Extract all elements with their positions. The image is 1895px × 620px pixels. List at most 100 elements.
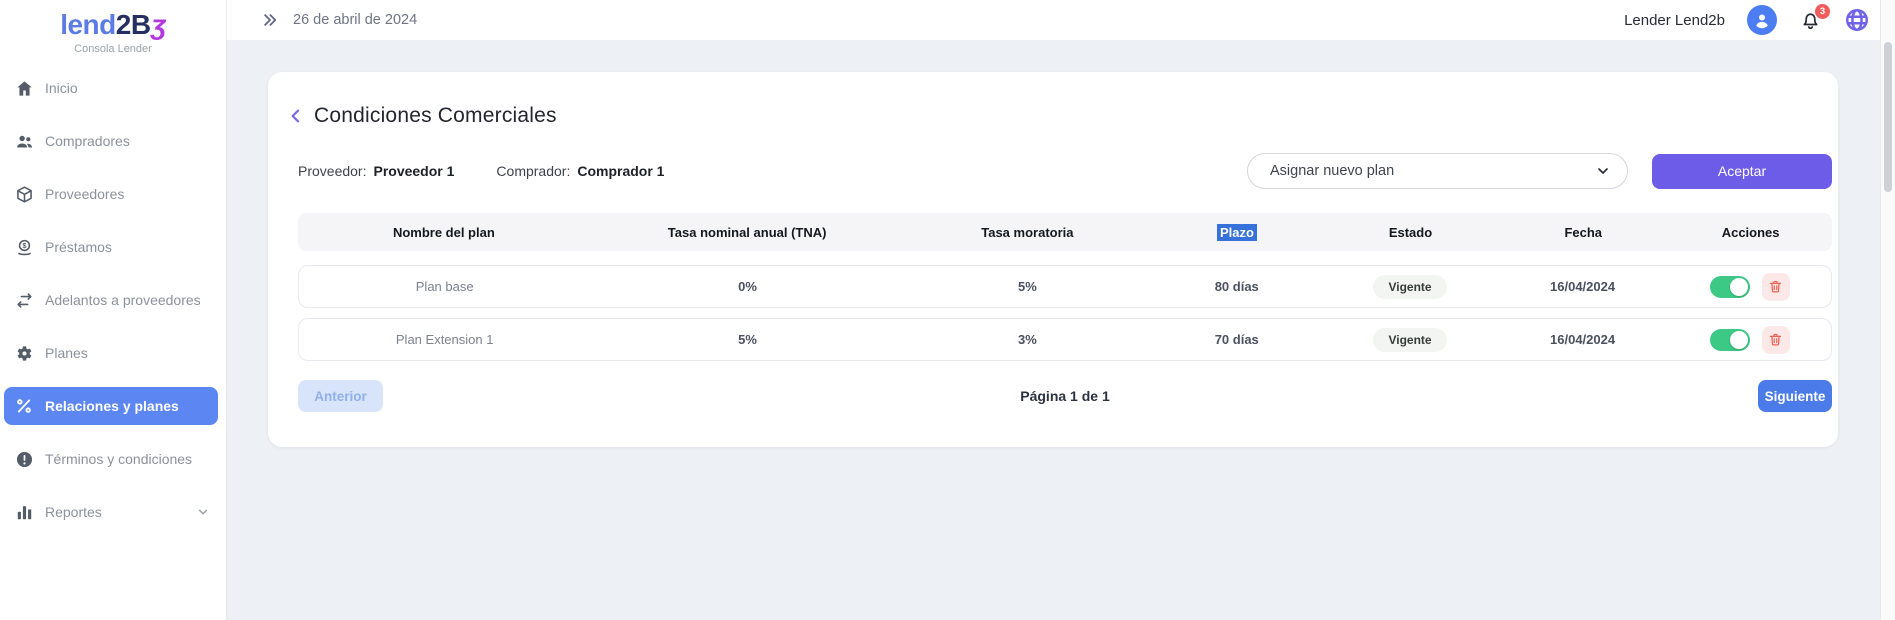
sidebar-item-planes[interactable]: Planes	[4, 334, 218, 372]
header-nombre-del-plan: Nombre del plan	[298, 225, 590, 240]
main-content: Condiciones Comerciales Proveedor: Prove…	[227, 40, 1880, 620]
sidebar-item-label: Préstamos	[45, 239, 112, 255]
percent-icon	[14, 396, 34, 416]
toolbar: Proveedor: Proveedor 1 Comprador: Compra…	[298, 153, 1832, 189]
buyer-label: Comprador:	[496, 163, 570, 179]
tna-cell: 5%	[590, 332, 904, 347]
sidebar-item-label: Adelantos a proveedores	[45, 292, 201, 308]
brand-logo: lend2Bʒ Consola Lender	[0, 0, 226, 55]
plan-name-cell: Plan base	[299, 279, 590, 294]
user-name: Lender Lend2b	[1624, 12, 1725, 29]
sidebar-item-proveedores[interactable]: Proveedores	[4, 175, 218, 213]
header-tna: Tasa nominal anual (TNA)	[590, 225, 905, 240]
header-plazo: Plazo	[1150, 225, 1324, 240]
logo-text-2b: 2B	[116, 9, 151, 40]
sidebar-item-label: Términos y condiciones	[45, 451, 192, 467]
selected-text-plazo: Plazo	[1217, 224, 1257, 241]
actions-cell	[1668, 273, 1831, 301]
previous-page-button[interactable]: Anterior	[298, 380, 383, 412]
table-header-row: Nombre del plan Tasa nominal anual (TNA)…	[298, 213, 1832, 251]
accept-button[interactable]: Aceptar	[1652, 154, 1832, 189]
users-icon	[14, 131, 34, 151]
topbar-date: 26 de abril de 2024	[293, 12, 417, 28]
date-cell: 16/04/2024	[1497, 279, 1669, 294]
sidebar-nav: Inicio Compradores Proveedores $ Préstam…	[0, 69, 226, 531]
sidebar-item-prestamos[interactable]: $ Préstamos	[4, 228, 218, 266]
delete-button[interactable]	[1762, 273, 1790, 301]
status-cell: Vigente	[1323, 275, 1496, 299]
sidebar-item-label: Planes	[45, 345, 88, 361]
loan-icon: $	[14, 237, 34, 257]
package-icon	[14, 184, 34, 204]
sidebar-collapse-icon[interactable]	[261, 11, 279, 29]
trash-icon	[1768, 279, 1783, 294]
buyer-value: Comprador 1	[577, 163, 664, 179]
status-toggle[interactable]	[1710, 329, 1750, 351]
tna-cell: 0%	[590, 279, 904, 294]
status-badge: Vigente	[1373, 328, 1446, 352]
sidebar-item-compradores[interactable]: Compradores	[4, 122, 218, 160]
assign-plan-select-value: Asignar nuevo plan	[1270, 163, 1394, 179]
table-row: Plan Extension 1 5% 3% 70 días Vigente 1…	[298, 318, 1832, 361]
late-rate-cell: 3%	[905, 332, 1150, 347]
logo-accent-glyph: ʒ	[152, 9, 166, 40]
language-globe-icon[interactable]	[1844, 7, 1870, 33]
header-fecha: Fecha	[1497, 225, 1669, 240]
sidebar-item-inicio[interactable]: Inicio	[4, 69, 218, 107]
chevron-down-icon	[1595, 163, 1611, 179]
provider-pair: Proveedor: Proveedor 1	[298, 163, 454, 179]
next-page-button[interactable]: Siguiente	[1758, 380, 1832, 412]
bar-chart-icon	[14, 502, 34, 522]
alert-icon	[14, 449, 34, 469]
date-cell: 16/04/2024	[1497, 332, 1669, 347]
sidebar-item-adelantos[interactable]: Adelantos a proveedores	[4, 281, 218, 319]
table-row: Plan base 0% 5% 80 días Vigente 16/04/20…	[298, 265, 1832, 308]
scrollbar-thumb[interactable]	[1884, 42, 1892, 192]
buyer-pair: Comprador: Comprador 1	[496, 163, 664, 179]
brand-subtitle: Consola Lender	[0, 43, 226, 55]
toggle-knob	[1730, 331, 1748, 349]
sidebar: lend2Bʒ Consola Lender Inicio Compradore…	[0, 0, 227, 620]
sidebar-item-label: Inicio	[45, 80, 78, 96]
sidebar-item-label: Reportes	[45, 504, 102, 520]
plan-name-cell: Plan Extension 1	[299, 332, 590, 347]
toggle-knob	[1730, 278, 1748, 296]
transfer-icon	[14, 290, 34, 310]
term-cell: 70 días	[1150, 332, 1323, 347]
actions-cell	[1668, 326, 1831, 354]
status-badge: Vigente	[1373, 275, 1446, 299]
logo-text-lend: lend	[60, 9, 116, 40]
sidebar-item-relaciones-y-planes[interactable]: Relaciones y planes	[4, 387, 218, 425]
trash-icon	[1768, 332, 1783, 347]
header-tasa-moratoria: Tasa moratoria	[905, 225, 1151, 240]
status-toggle[interactable]	[1710, 276, 1750, 298]
page-title: Condiciones Comerciales	[314, 104, 557, 128]
page-info: Página 1 de 1	[1020, 388, 1109, 404]
gear-icon	[14, 343, 34, 363]
notifications-bell-icon[interactable]: 3	[1799, 9, 1822, 32]
sidebar-item-terminos[interactable]: Términos y condiciones	[4, 440, 218, 478]
assign-plan-select[interactable]: Asignar nuevo plan	[1247, 153, 1628, 189]
user-avatar[interactable]	[1747, 5, 1777, 35]
sidebar-item-label: Proveedores	[45, 186, 124, 202]
header-acciones: Acciones	[1669, 225, 1832, 240]
svg-text:$: $	[22, 242, 26, 250]
notification-badge: 3	[1815, 4, 1830, 19]
pagination: Anterior Página 1 de 1 Siguiente	[298, 380, 1832, 412]
header-estado: Estado	[1324, 225, 1498, 240]
sidebar-item-label: Compradores	[45, 133, 130, 149]
status-cell: Vigente	[1323, 328, 1496, 352]
sidebar-item-reportes[interactable]: Reportes	[4, 493, 218, 531]
provider-label: Proveedor:	[298, 163, 366, 179]
delete-button[interactable]	[1762, 326, 1790, 354]
term-cell: 80 días	[1150, 279, 1323, 294]
chevron-down-icon	[196, 505, 210, 519]
sidebar-item-label: Relaciones y planes	[45, 398, 179, 414]
home-icon	[14, 78, 34, 98]
late-rate-cell: 5%	[905, 279, 1150, 294]
back-chevron-icon[interactable]	[286, 106, 306, 126]
page-scrollbar[interactable]	[1880, 0, 1895, 620]
condiciones-card: Condiciones Comerciales Proveedor: Prove…	[268, 72, 1838, 447]
provider-value: Proveedor 1	[373, 163, 454, 179]
topbar: 26 de abril de 2024 Lender Lend2b 3	[227, 0, 1880, 40]
